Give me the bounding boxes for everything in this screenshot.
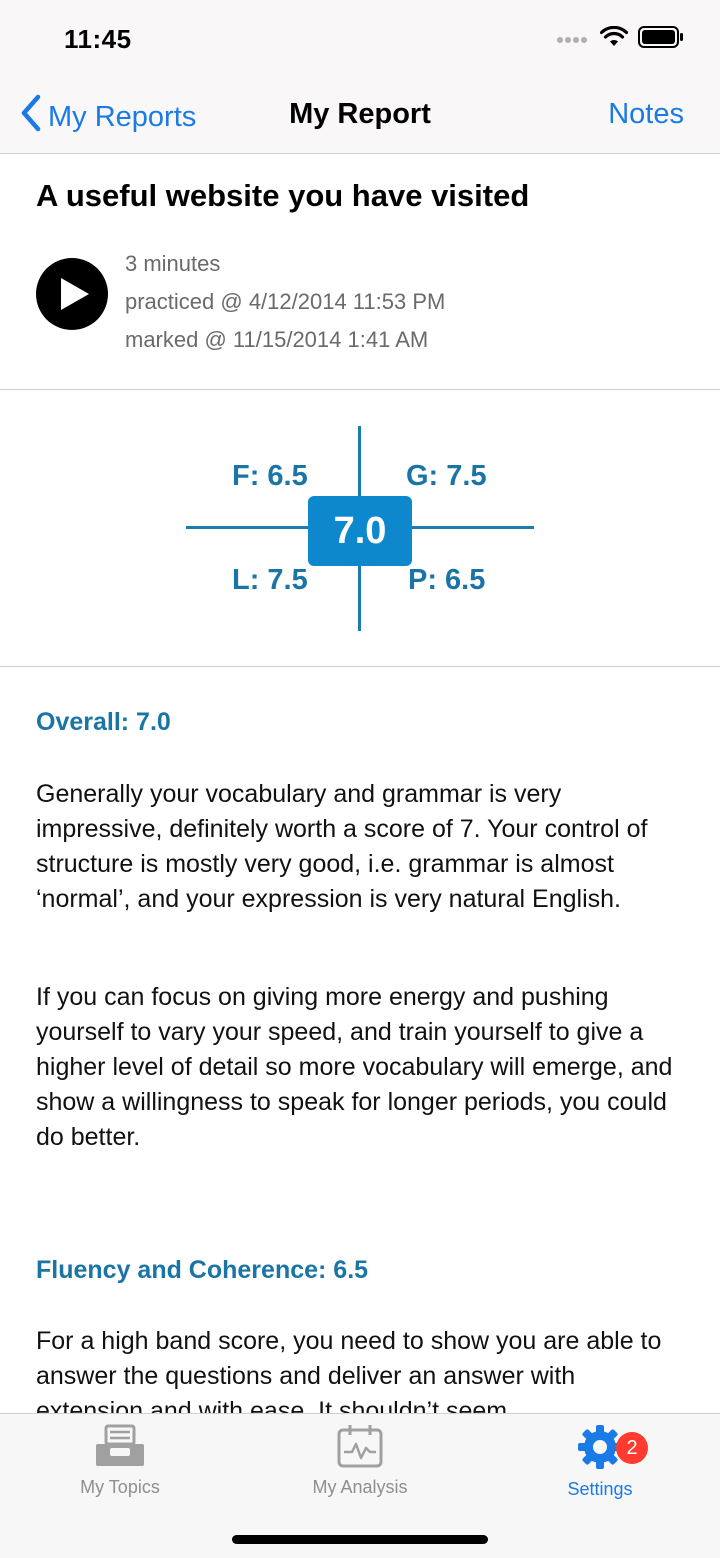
tab-label: Settings	[567, 1479, 633, 1499]
tab-my-analysis[interactable]: My Analysis	[270, 1424, 450, 1498]
navigation-bar: My Reports My Report Notes	[0, 80, 720, 154]
overall-paragraph-2: If you can focus on giving more energy a…	[36, 983, 673, 1151]
tab-label: My Topics	[80, 1477, 160, 1497]
overall-paragraph-1: Generally your vocabulary and grammar is…	[36, 780, 648, 913]
score-cross: F: 6.5 G: 7.5 L: 7.5 P: 6.5 7.0	[0, 390, 720, 667]
topic-title: A useful website you have visited	[36, 178, 530, 213]
tab-my-topics[interactable]: My Topics	[30, 1424, 210, 1498]
fluency-score: F: 6.5	[232, 460, 308, 492]
overall-score-badge: 7.0	[308, 496, 412, 566]
lexical-score: L: 7.5	[232, 564, 308, 596]
notification-badge: 2	[616, 1432, 648, 1464]
gear-icon	[577, 1425, 623, 1474]
marked-text: marked @ 11/15/2014 1:41 AM	[125, 327, 429, 352]
inbox-tray-icon	[94, 1424, 146, 1472]
tab-settings[interactable]: 2 Settings	[510, 1424, 690, 1500]
report-header: A useful website you have visited 3 minu…	[0, 155, 720, 390]
play-button[interactable]	[36, 258, 108, 330]
section-heading-fluency: Fluency and Coherence: 6.5	[36, 1256, 369, 1284]
status-icons	[556, 25, 684, 53]
practiced-text: practiced @ 4/12/2014 11:53 PM	[125, 289, 446, 314]
notes-button[interactable]: Notes	[608, 98, 684, 131]
recording-meta: 3 minutes practiced @ 4/12/2014 11:53 PM…	[125, 245, 445, 359]
pronunciation-score: P: 6.5	[408, 564, 486, 596]
duration-text: 3 minutes	[125, 251, 221, 276]
status-time: 11:45	[64, 24, 132, 54]
tab-label: My Analysis	[312, 1477, 408, 1497]
fluency-paragraph-1: For a high band score, you need to show …	[36, 1327, 662, 1413]
battery-icon	[638, 26, 684, 53]
section-heading-overall: Overall: 7.0	[36, 708, 171, 736]
wifi-icon	[599, 25, 629, 53]
cellular-signal-icon	[556, 31, 590, 49]
chevron-left-icon	[20, 94, 48, 140]
status-bar: 11:45	[0, 0, 720, 80]
calendar-chart-icon	[336, 1425, 384, 1472]
back-button[interactable]: My Reports	[20, 94, 196, 140]
report-content[interactable]: A useful website you have visited 3 minu…	[0, 155, 720, 1413]
home-indicator[interactable]	[232, 1535, 488, 1544]
back-button-label: My Reports	[48, 100, 197, 133]
grammar-score: G: 7.5	[406, 460, 487, 492]
